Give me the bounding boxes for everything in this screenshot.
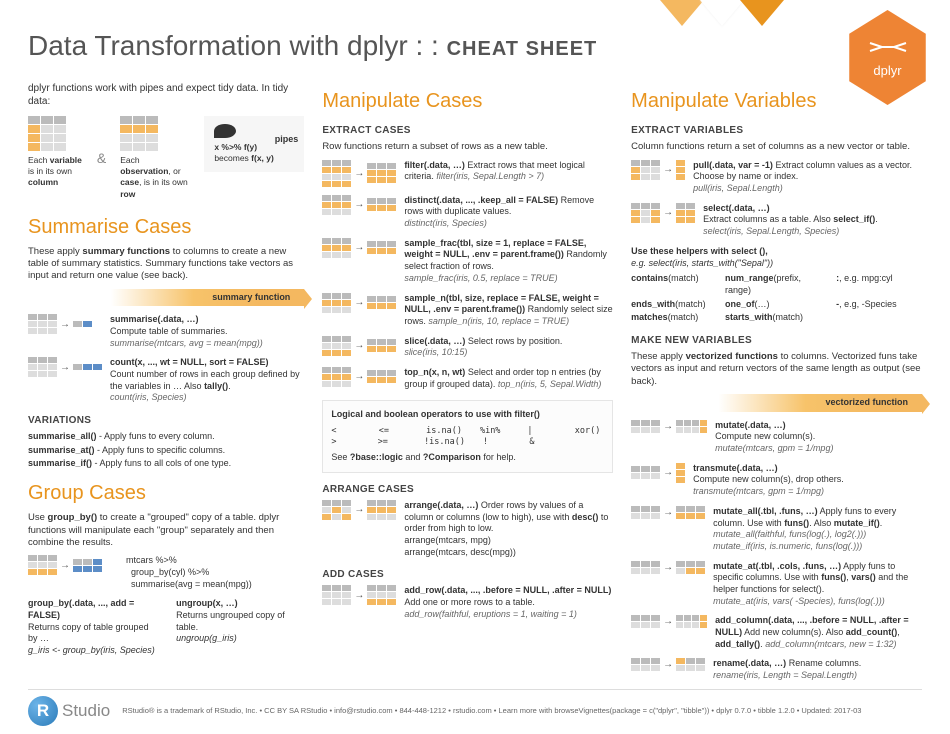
variations-heading: VARIATIONS	[28, 414, 304, 427]
intro-text: dplyr functions work with pipes and expe…	[28, 82, 304, 108]
summarise-example: summarise(mtcars, avg = mean(mpg))	[110, 338, 263, 348]
tidy-row-illustration: Each observation, or case, is in its own…	[120, 116, 190, 199]
hex-label: dplyr	[873, 63, 901, 80]
makenew-desc: These apply vectorized functions to colu…	[631, 351, 922, 388]
pliers-icon	[868, 35, 908, 59]
arrange-entry: →arrange(.data, …) Order rows by values …	[322, 500, 613, 558]
manipulate-cases-heading: Manipulate Cases	[322, 88, 613, 114]
summarise-entry: → summarise(.data, …)Compute table of su…	[28, 314, 304, 349]
arrange-heading: ARRANGE CASES	[322, 483, 613, 496]
pipes-box: pipes x %>% f(y)becomes f(x, y)	[204, 116, 304, 172]
samplen-entry: →sample_n(tbl, size, replace = FALSE, we…	[322, 293, 613, 328]
topn-entry: →top_n(x, n, wt) Select and order top n …	[322, 367, 613, 390]
footer: R Studio RStudio® is a trademark of RStu…	[28, 689, 922, 726]
distinct-entry: →distinct(.data, ..., .keep_all = FALSE)…	[322, 195, 613, 230]
rstudio-r-icon: R	[28, 696, 58, 726]
summarise-sig: summarise(.data, …)	[110, 314, 199, 324]
filter-entry: →filter(.data, …) Extract rows that meet…	[322, 160, 613, 187]
ampersand: &	[97, 149, 106, 167]
logic-header: Logical and boolean operators to use wit…	[331, 409, 604, 421]
tidy-column-illustration: Each variable is in its own column	[28, 116, 83, 188]
grouped-icon	[73, 559, 102, 572]
slice-entry: →slice(.data, …) Select rows by position…	[322, 336, 613, 359]
samplefrac-entry: →sample_frac(tbl, size = 1, replace = FA…	[322, 238, 613, 285]
extract-vars-heading: EXTRACT VARIABLES	[631, 124, 922, 137]
makenew-heading: MAKE NEW VARIABLES	[631, 334, 922, 347]
addcases-heading: ADD CASES	[322, 568, 613, 581]
group-code: mtcars %>% group_by(cyl) %>% summarise(a…	[126, 555, 304, 590]
extract-cases-heading: EXTRACT CASES	[322, 124, 613, 137]
logic-operators-box: Logical and boolean operators to use wit…	[322, 400, 613, 472]
pipe-icon	[214, 124, 236, 138]
column-table-icon	[28, 116, 83, 151]
count-sig: count(x, ..., wt = NULL, sort = FALSE)	[110, 357, 269, 367]
group-heading: Group Cases	[28, 480, 304, 506]
ungroup-entry: ungroup(x, …)Returns ungrouped copy of t…	[176, 598, 304, 656]
pipes-label: pipes	[275, 134, 299, 146]
rstudio-studio-text: Studio	[62, 700, 110, 722]
mutateat-entry: →mutate_at(.tbl, .cols, .funs, …) Apply …	[631, 561, 922, 608]
row-table-icon	[120, 116, 190, 151]
vectorized-function-banner: vectorized function	[631, 394, 922, 412]
select-entry: →select(.data, …)Extract columns as a ta…	[631, 203, 922, 238]
group-desc: Use group_by() to create a "grouped" cop…	[28, 512, 304, 549]
select-helpers: Use these helpers with select (),e.g. se…	[631, 246, 922, 324]
footer-text: RStudio® is a trademark of RStudio, Inc.…	[122, 706, 922, 716]
summarise-desc: These apply summary functions to columns…	[28, 246, 304, 283]
result-icon	[73, 364, 102, 370]
summarise-desc-text: Compute table of summaries.	[110, 326, 228, 336]
addcolumn-entry: →add_column(.data, ..., .before = NULL, …	[631, 615, 922, 650]
pull-entry: →pull(.data, var = -1) Extract column va…	[631, 160, 922, 195]
result-icon	[73, 321, 102, 327]
table-icon	[28, 314, 57, 334]
decorative-triangles	[620, 0, 820, 28]
addrow-entry: →add_row(.data, ..., .before = NULL, .af…	[322, 585, 613, 620]
table-icon	[28, 357, 57, 377]
groupby-entry: group_by(.data, ..., add = FALSE)Returns…	[28, 598, 156, 656]
title-main: Data Transformation with dplyr : :	[28, 30, 447, 61]
summarise-heading: Summarise Cases	[28, 214, 304, 240]
page-title: Data Transformation with dplyr : : CHEAT…	[28, 28, 922, 64]
group-illustration: → mtcars %>% group_by(cyl) %>% summarise…	[28, 555, 304, 590]
rename-entry: →rename(.data, …) Rename columns.rename(…	[631, 658, 922, 681]
mutateall-entry: →mutate_all(.tbl, .funs, …) Apply funs t…	[631, 506, 922, 553]
extract-cases-desc: Row functions return a subset of rows as…	[322, 141, 613, 153]
summary-function-banner: summary function	[28, 289, 304, 307]
count-example: count(iris, Species)	[110, 392, 187, 402]
mutate-entry: →mutate(.data, …)Compute new column(s).m…	[631, 420, 922, 455]
extract-vars-desc: Column functions return a set of columns…	[631, 141, 922, 153]
table-icon	[28, 555, 57, 575]
variations-list: summarise_all() - Apply funs to every co…	[28, 431, 304, 470]
rstudio-logo: R Studio	[28, 696, 110, 726]
count-entry: → count(x, ..., wt = NULL, sort = FALSE)…	[28, 357, 304, 404]
title-bold: CHEAT SHEET	[447, 38, 598, 60]
transmute-entry: →transmute(.data, …)Compute new column(s…	[631, 463, 922, 498]
